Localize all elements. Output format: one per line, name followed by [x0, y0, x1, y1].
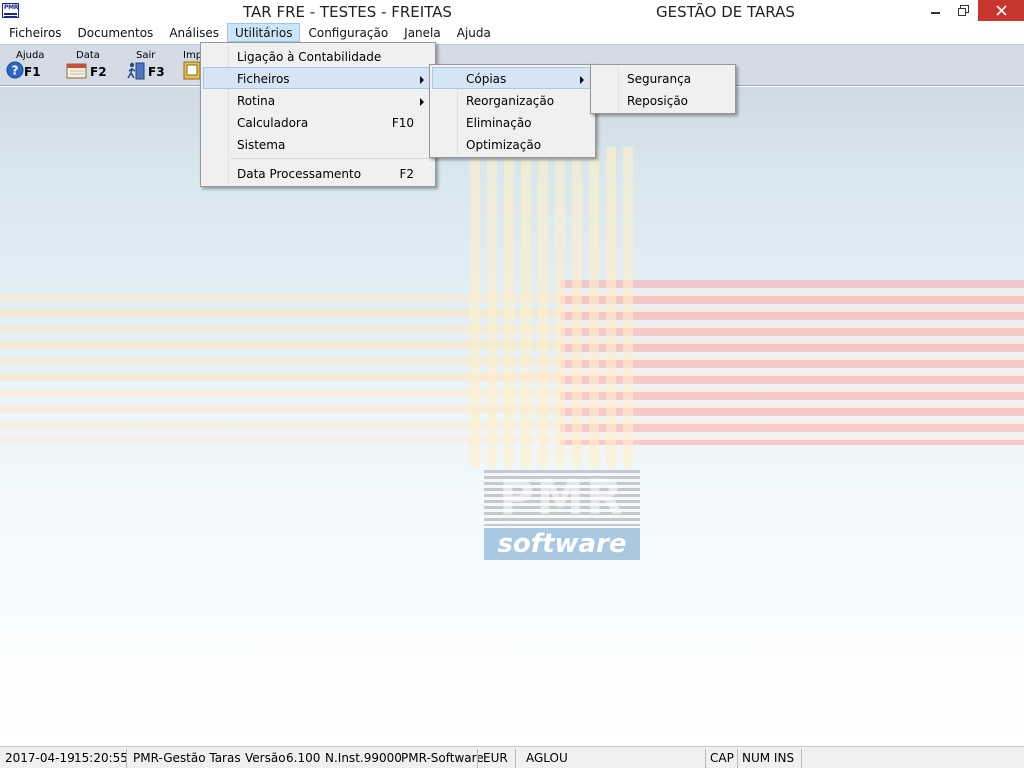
menu-bar: Ficheiros Documentos Análises Utilitário… [0, 23, 1024, 43]
app-icon-text: PMR [4, 4, 19, 11]
menu-item-label: Reorganização [466, 94, 555, 108]
menu-item-data-processamento[interactable]: Data Processamento F2 [203, 162, 433, 184]
menu-item-label: Rotina [237, 94, 276, 108]
status-user: AGLOU [526, 751, 568, 765]
menu-item-calculadora[interactable]: Calculadora F10 [203, 111, 433, 133]
submenu-arrow-icon [420, 98, 424, 106]
menu-item-label: Ficheiros [237, 72, 290, 86]
menu-item-label: Cópias [466, 72, 507, 86]
status-bar: 2017-04-19 15:20:55 PMR-Gestão Taras Ver… [0, 746, 1024, 768]
copias-submenu: Segurança Reposição [590, 64, 736, 114]
menu-item-ligacao-contabilidade[interactable]: Ligação à Contabilidade [203, 45, 433, 67]
help-button[interactable]: Ajuda ? F1 [2, 48, 54, 84]
menu-item-seguranca[interactable]: Segurança [593, 67, 733, 89]
menu-configuracao[interactable]: Configuração [300, 23, 396, 42]
window-title: TAR FRE - TESTES - FREITAS [243, 3, 452, 21]
logo-main-text: PMR [499, 470, 625, 526]
date-button[interactable]: Data F2 [62, 48, 114, 84]
status-version-label: Versão [245, 751, 286, 765]
menu-item-label: Optimização [466, 138, 542, 152]
date-label: Data [76, 50, 100, 61]
menu-item-copias[interactable]: Cópias [432, 67, 593, 89]
help-label: Ajuda [16, 50, 45, 61]
exit-key: F3 [148, 65, 165, 79]
menu-utilitarios[interactable]: Utilitários [227, 23, 301, 42]
utilitarios-dropdown: Ligação à Contabilidade Ficheiros Rotina… [200, 42, 436, 187]
submenu-arrow-icon [420, 76, 424, 84]
submenu-arrow-icon [580, 76, 584, 84]
menu-item-rotina[interactable]: Rotina [203, 89, 433, 111]
module-title: GESTÃO DE TARAS [656, 3, 795, 21]
exit-button[interactable]: Sair F3 [122, 48, 174, 84]
menu-item-label: Reposição [627, 94, 689, 108]
menu-item-label: Eliminação [466, 116, 532, 130]
menu-item-ficheiros[interactable]: Ficheiros [203, 67, 433, 89]
app-icon[interactable]: PMR [2, 3, 19, 18]
status-currency: EUR [483, 751, 508, 765]
menu-item-sistema[interactable]: Sistema [203, 133, 433, 155]
logo-sub-text: software [484, 528, 640, 560]
menu-analises[interactable]: Análises [161, 23, 227, 42]
exit-label: Sair [136, 50, 156, 61]
restore-icon [957, 5, 969, 16]
menu-item-optimizacao[interactable]: Optimização [432, 133, 593, 155]
title-bar: PMR TAR FRE - TESTES - FREITAS GESTÃO DE… [0, 0, 1024, 23]
exit-icon [127, 62, 145, 80]
restore-button[interactable] [950, 0, 976, 21]
status-time: 15:20:55 [74, 751, 128, 765]
shortcut-label: F10 [391, 116, 414, 130]
desktop-background: PMR software [0, 87, 1024, 745]
menu-item-reposicao[interactable]: Reposição [593, 89, 733, 111]
pmr-software-logo: PMR software [484, 470, 640, 562]
status-app: PMR-Gestão Taras [133, 751, 241, 765]
menu-ajuda[interactable]: Ajuda [449, 23, 499, 42]
calendar-icon [66, 63, 87, 79]
help-icon: ? [6, 61, 24, 79]
close-button[interactable] [978, 0, 1024, 21]
menu-item-label: Segurança [627, 72, 692, 86]
status-version: 6.100 [286, 751, 321, 765]
date-key: F2 [90, 65, 107, 79]
menu-ficheiros[interactable]: Ficheiros [1, 23, 70, 42]
status-num-ins: NUM INS [742, 751, 795, 765]
menu-item-eliminacao[interactable]: Eliminação [432, 111, 593, 133]
menu-item-label: Calculadora [237, 116, 309, 130]
menu-documentos[interactable]: Documentos [70, 23, 162, 42]
print-icon [183, 61, 201, 80]
shortcut-label: F2 [399, 167, 414, 181]
menu-item-label: Data Processamento [237, 167, 362, 181]
status-cap: CAP [710, 751, 734, 765]
menu-item-label: Sistema [237, 138, 286, 152]
status-date: 2017-04-19 [5, 751, 75, 765]
help-key: F1 [24, 65, 41, 79]
menu-item-label: Ligação à Contabilidade [237, 50, 382, 64]
status-vendor: PMR-Software [401, 751, 484, 765]
minimize-button[interactable] [922, 0, 950, 21]
menu-janela[interactable]: Janela [396, 23, 449, 42]
ficheiros-submenu: Cópias Reorganização Eliminação Optimiza… [429, 64, 596, 158]
close-icon [995, 5, 1007, 16]
menu-separator [231, 158, 433, 159]
svg-text:?: ? [12, 64, 19, 78]
status-installation: N.Inst.99000 [325, 751, 402, 765]
minimize-icon [931, 11, 940, 14]
menu-item-reorganizacao[interactable]: Reorganização [432, 89, 593, 111]
